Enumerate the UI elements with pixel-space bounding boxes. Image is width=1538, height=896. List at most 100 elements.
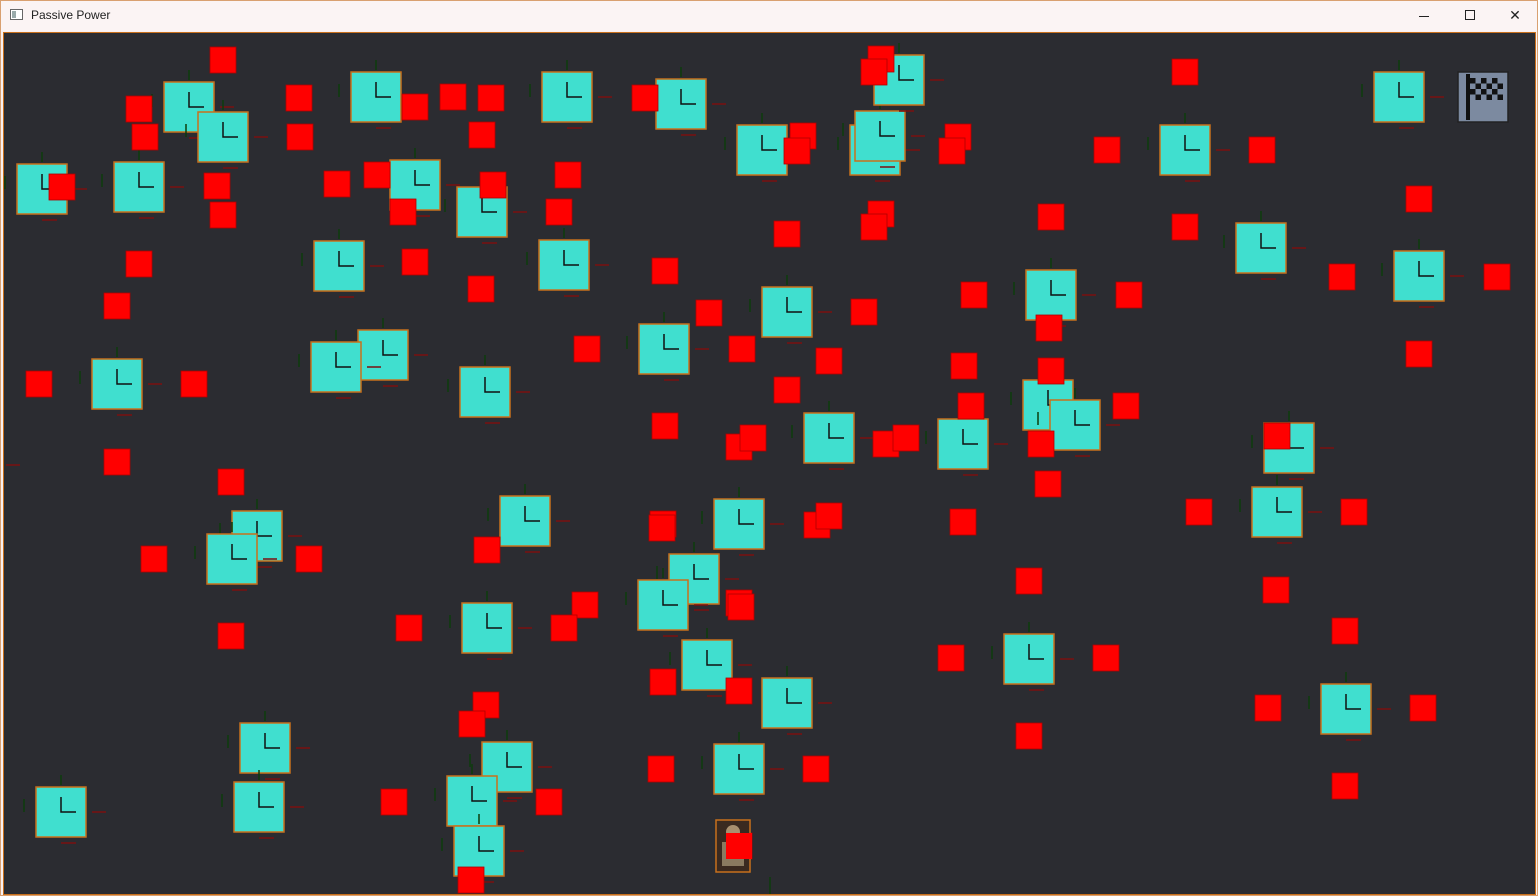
enemy-block-icon xyxy=(389,198,417,226)
game-scene xyxy=(4,43,1511,894)
enemy-block-icon xyxy=(1331,617,1359,645)
enemy-block-icon xyxy=(286,123,314,151)
enemy-block-icon xyxy=(1185,498,1213,526)
enemy-block-icon xyxy=(1328,263,1356,291)
enemy-block-icon xyxy=(573,335,601,363)
title-bar[interactable]: Passive Power ✕ xyxy=(1,1,1537,31)
enemy-block-icon xyxy=(1092,644,1120,672)
enemy-block-icon xyxy=(203,172,231,200)
enemy-block-icon xyxy=(401,93,429,121)
maximize-button[interactable] xyxy=(1447,1,1493,31)
enemy-block-icon xyxy=(783,137,811,165)
enemy-block-icon xyxy=(860,213,888,241)
enemy-block-icon xyxy=(815,347,843,375)
enemy-block-icon xyxy=(850,298,878,326)
enemy-block-icon xyxy=(1115,281,1143,309)
enemy-block-icon xyxy=(467,275,495,303)
app-icon xyxy=(10,9,23,20)
enemy-block-icon xyxy=(647,755,675,783)
enemy-block-icon xyxy=(1340,498,1368,526)
enemy-block-icon xyxy=(1037,203,1065,231)
maximize-icon xyxy=(1465,10,1475,20)
close-button[interactable]: ✕ xyxy=(1492,1,1538,31)
enemy-block-icon xyxy=(651,412,679,440)
enemy-block-icon xyxy=(960,281,988,309)
enemy-block-icon xyxy=(217,468,245,496)
enemy-block-icon xyxy=(131,123,159,151)
enemy-block-icon xyxy=(1248,136,1276,164)
enemy-block-icon xyxy=(1171,213,1199,241)
enemy-block-icon xyxy=(103,292,131,320)
enemy-block-icon xyxy=(25,370,53,398)
minimize-button[interactable] xyxy=(1401,1,1447,31)
enemy-block-icon xyxy=(815,502,843,530)
enemy-block-icon xyxy=(323,170,351,198)
enemy-block-icon xyxy=(802,755,830,783)
enemy-block-icon xyxy=(477,84,505,112)
enemy-block-icon xyxy=(479,171,507,199)
app-window: Passive Power ✕ xyxy=(0,0,1538,896)
enemy-block-icon xyxy=(401,248,429,276)
enemy-block-icon xyxy=(649,668,677,696)
enemy-block-icon xyxy=(728,335,756,363)
enemy-block-icon xyxy=(48,173,76,201)
enemy-block-icon xyxy=(631,84,659,112)
enemy-block-icon xyxy=(1409,694,1437,722)
enemy-block-icon xyxy=(773,220,801,248)
enemy-block-icon xyxy=(1034,470,1062,498)
enemy-block-icon xyxy=(726,833,752,859)
enemy-block-icon xyxy=(950,352,978,380)
enemy-block-icon xyxy=(695,299,723,327)
enemy-block-icon xyxy=(457,866,485,894)
enemy-block-icon xyxy=(125,250,153,278)
enemy-block-icon xyxy=(892,424,920,452)
enemy-block-icon xyxy=(860,58,888,86)
enemy-block-icon xyxy=(938,137,966,165)
enemy-block-icon xyxy=(949,508,977,536)
enemy-block-icon xyxy=(458,710,486,738)
enemy-block-icon xyxy=(1254,694,1282,722)
enemy-block-icon xyxy=(103,448,131,476)
window-title: Passive Power xyxy=(31,8,111,22)
enemy-block-icon xyxy=(1483,263,1511,291)
enemy-block-icon xyxy=(295,545,323,573)
enemy-block-icon xyxy=(439,83,467,111)
enemy-block-icon xyxy=(468,121,496,149)
enemy-block-icon xyxy=(1037,357,1065,385)
enemy-block-icon xyxy=(937,644,965,672)
enemy-block-icon xyxy=(285,84,313,112)
enemy-block-icon xyxy=(1027,430,1055,458)
minimize-icon xyxy=(1419,16,1429,17)
enemy-block-icon xyxy=(209,201,237,229)
enemy-block-icon xyxy=(571,591,599,619)
enemy-block-icon xyxy=(395,614,423,642)
enemy-block-icon xyxy=(180,370,208,398)
enemy-block-icon xyxy=(125,95,153,123)
enemy-block-icon xyxy=(380,788,408,816)
enemy-block-icon xyxy=(739,424,767,452)
game-canvas[interactable] xyxy=(3,32,1536,895)
enemy-block-icon xyxy=(651,257,679,285)
enemy-block-icon xyxy=(1112,392,1140,420)
enemy-block-icon xyxy=(217,622,245,650)
enemy-block-icon xyxy=(1405,185,1433,213)
enemy-block-icon xyxy=(957,392,985,420)
enemy-block-icon xyxy=(727,593,755,621)
close-icon: ✕ xyxy=(1509,8,1521,24)
enemy-block-icon xyxy=(545,198,573,226)
enemy-block-icon xyxy=(554,161,582,189)
enemy-block-icon xyxy=(1405,340,1433,368)
enemy-block-icon xyxy=(550,614,578,642)
enemy-block-icon xyxy=(1035,314,1063,342)
enemy-block-icon xyxy=(209,46,237,74)
enemy-block-icon xyxy=(1015,567,1043,595)
enemy-block-icon xyxy=(648,514,676,542)
enemy-block-icon xyxy=(363,161,391,189)
enemy-block-icon xyxy=(1171,58,1199,86)
flag-pole xyxy=(1466,74,1470,120)
enemy-block-icon xyxy=(1015,722,1043,750)
enemy-block-icon xyxy=(725,677,753,705)
enemy-block-icon xyxy=(140,545,168,573)
enemy-block-icon xyxy=(773,376,801,404)
enemy-block-icon xyxy=(1093,136,1121,164)
